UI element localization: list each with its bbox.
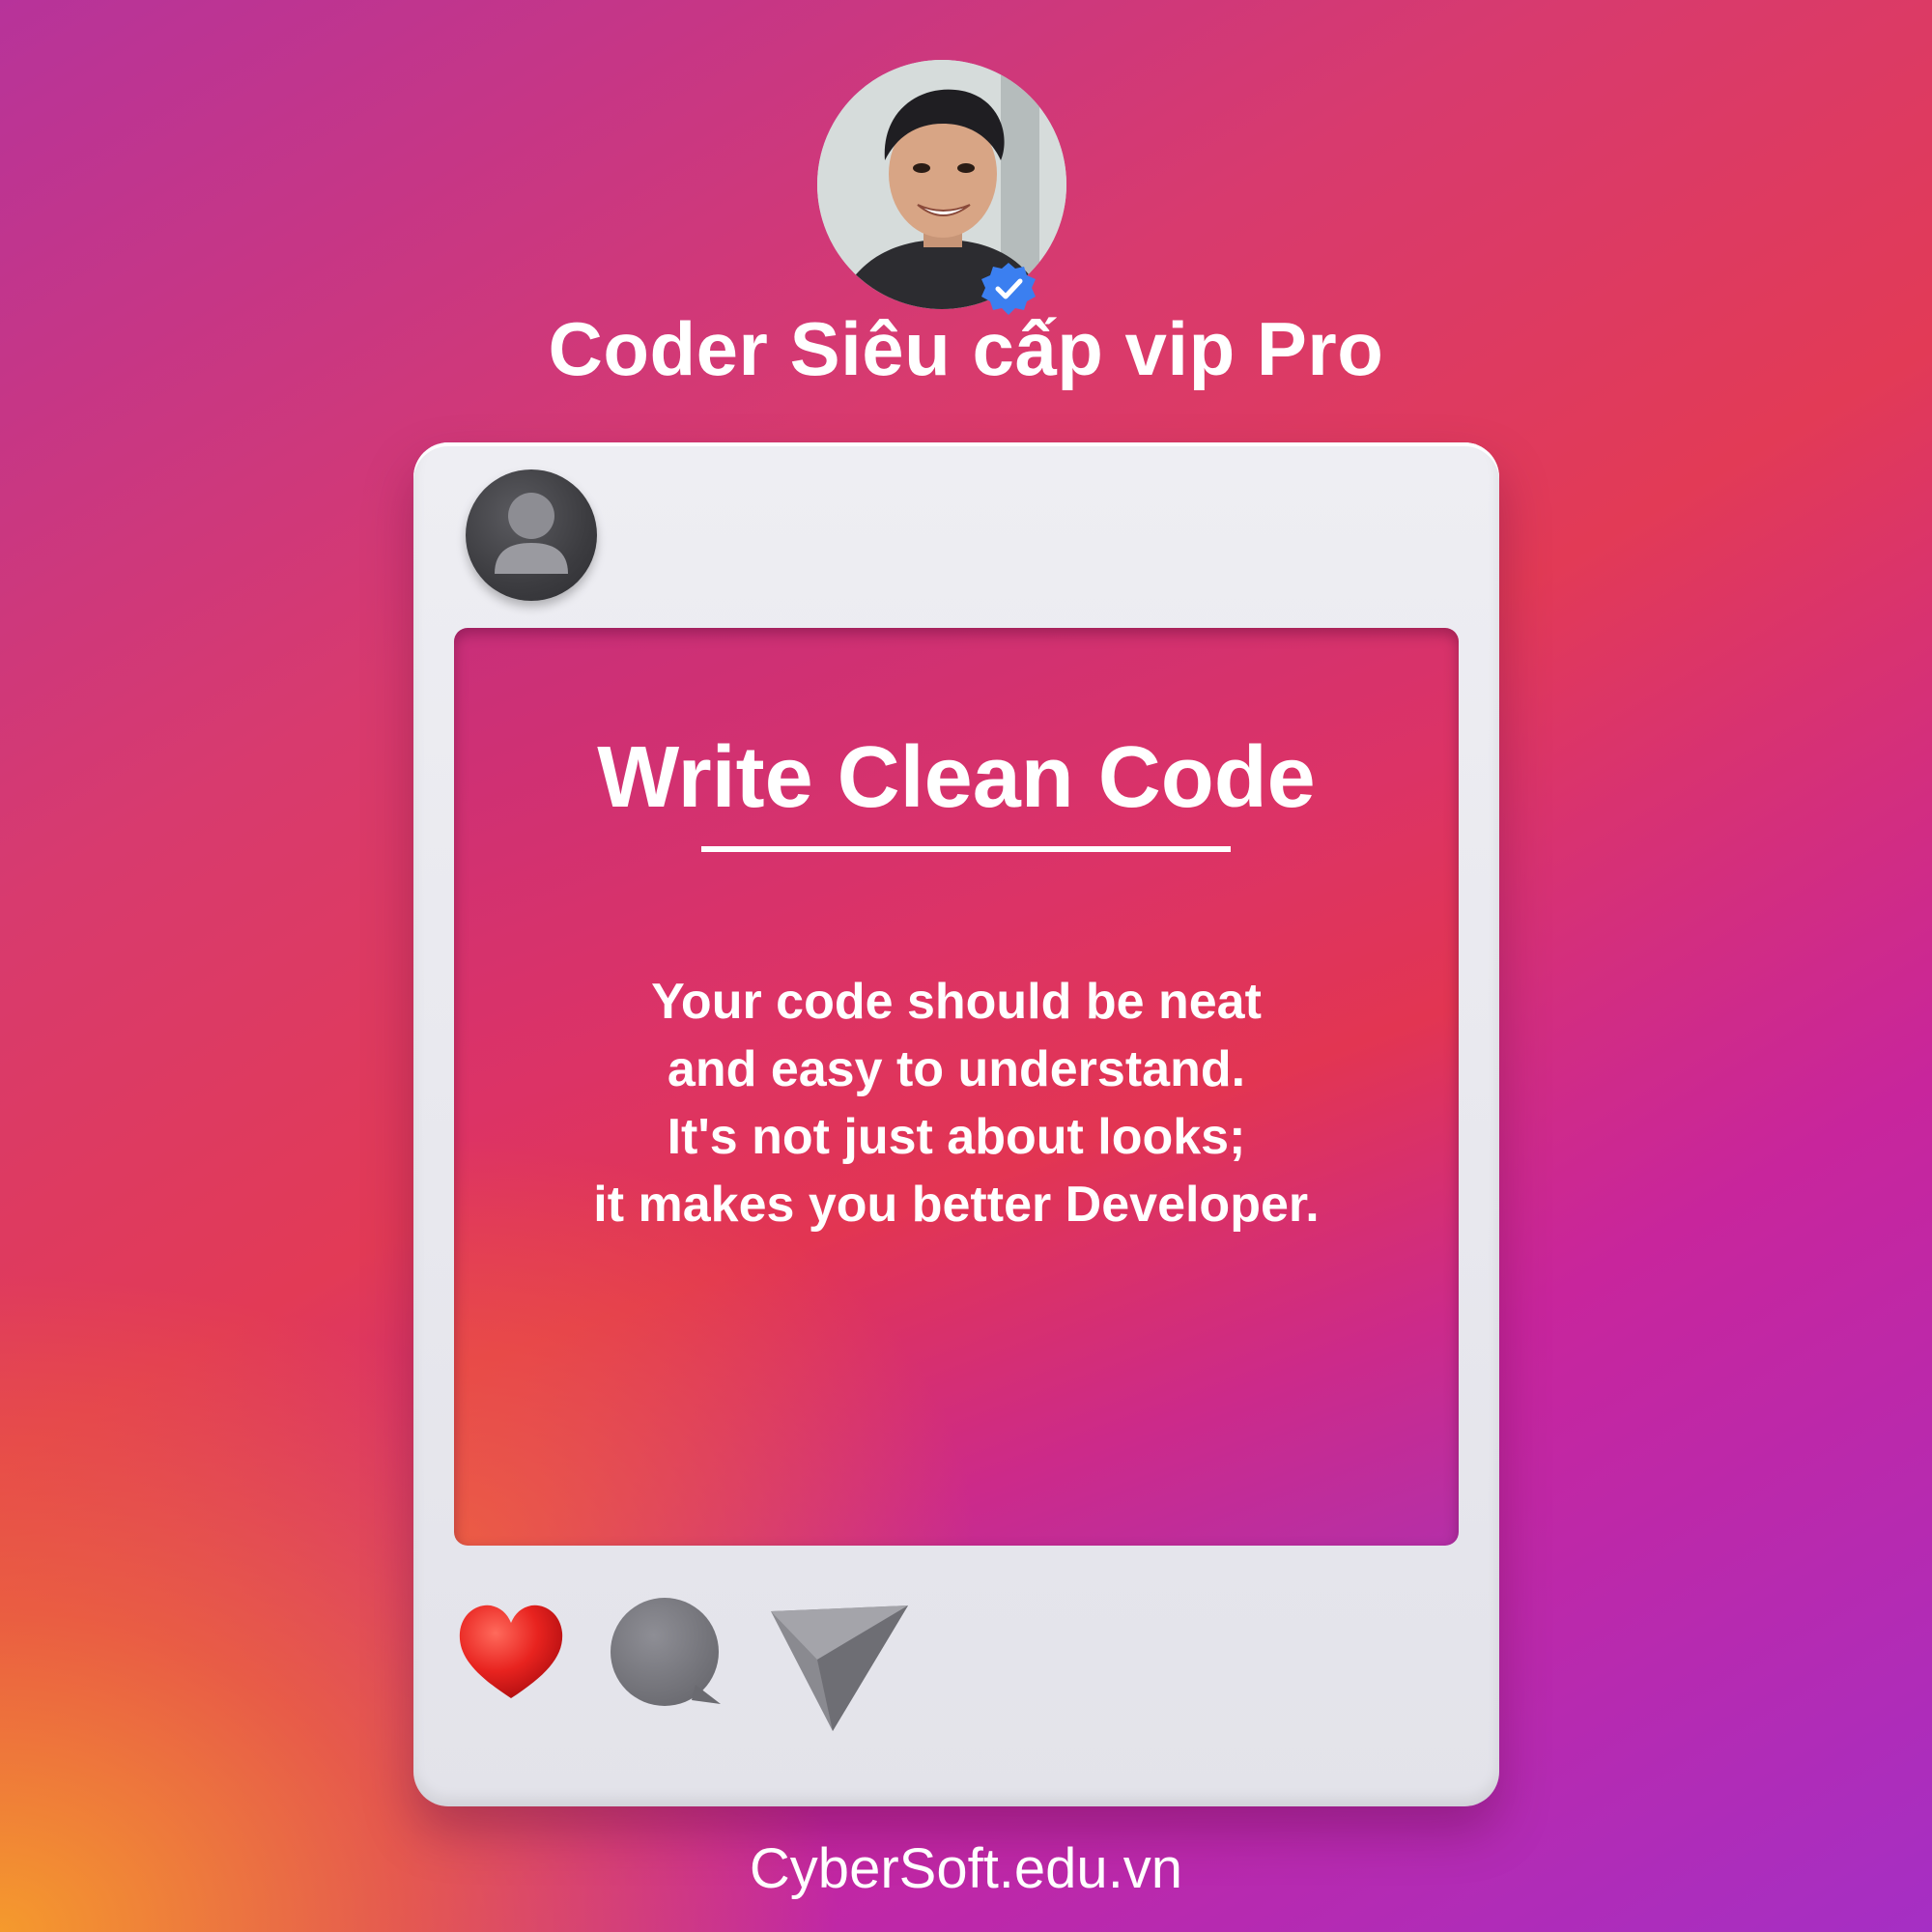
post-body: Your code should be neat and easy to und… [454,968,1459,1238]
post-title: Write Clean Code [597,729,1316,826]
heart-icon[interactable] [456,1602,566,1702]
body-line: It's not just about looks; [667,1109,1246,1165]
post-graphic: Coder Siêu cấp vip Pro Write Clean Code … [0,0,1932,1932]
title-underline [701,846,1231,852]
post-image: Write Clean Code Your code should be nea… [454,628,1459,1546]
body-line: it makes you better Developer. [593,1177,1320,1233]
user-silhouette-icon[interactable] [466,469,597,601]
footer-website[interactable]: CyberSoft.edu.vn [0,1841,1932,1897]
comment-icon[interactable] [607,1596,726,1712]
send-icon[interactable] [765,1596,910,1741]
body-line: Your code should be neat [651,974,1262,1030]
profile-name: Coder Siêu cấp vip Pro [548,306,1384,391]
post-card: Write Clean Code Your code should be nea… [413,442,1499,1806]
body-line: and easy to understand. [667,1041,1246,1097]
